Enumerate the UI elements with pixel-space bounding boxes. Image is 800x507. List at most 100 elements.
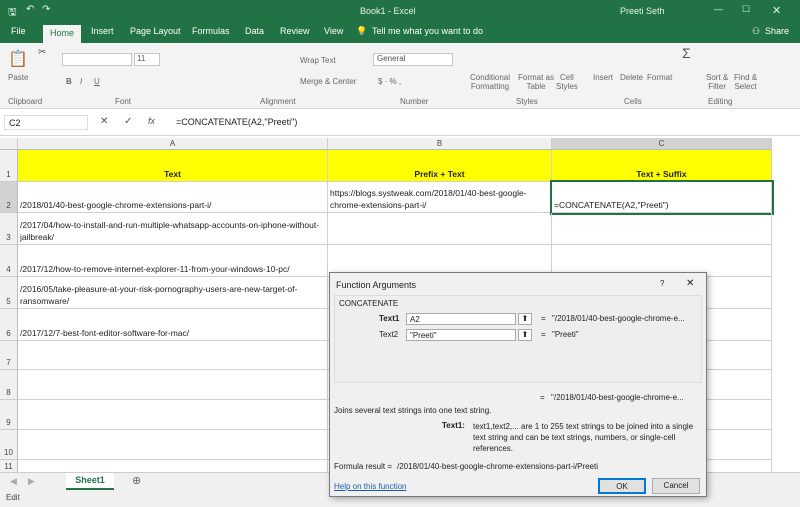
arguments-panel: CONCATENATE Text1 A2 ⬆ = "/2018/01/40-be… xyxy=(334,295,702,383)
row-header[interactable]: 6 xyxy=(0,309,18,341)
redo-icon[interactable]: ↷ xyxy=(42,4,50,15)
cut-icon[interactable]: ✂ xyxy=(38,47,46,58)
cell-a3[interactable]: /2017/04/how-to-install-and-run-multiple… xyxy=(18,213,328,245)
cell-a5[interactable]: /2016/05/take-pleasure-at-your-risk-porn… xyxy=(18,277,328,309)
insert-cells-button[interactable]: Insert xyxy=(593,73,613,82)
cell-styles-button[interactable]: Cell Styles xyxy=(556,73,578,91)
cell-a4[interactable]: /2017/12/how-to-remove-internet-explorer… xyxy=(18,245,328,277)
help-on-function-link[interactable]: Help on this function xyxy=(334,482,407,491)
column-header-b[interactable]: B xyxy=(328,138,552,150)
row-header[interactable]: 5 xyxy=(0,277,18,309)
cancel-button[interactable]: Cancel xyxy=(652,478,700,494)
group-font: Font xyxy=(115,97,132,106)
bold-button[interactable]: B xyxy=(66,77,72,86)
find-select-button[interactable]: Find & Select xyxy=(734,73,757,91)
tab-file[interactable]: File xyxy=(11,26,26,36)
formula-input[interactable]: =CONCATENATE(A2,"Preeti") xyxy=(176,117,297,127)
label: Conditional xyxy=(470,73,511,82)
tab-home[interactable]: Home xyxy=(43,25,82,43)
collapse-text2-icon[interactable]: ⬆ xyxy=(518,329,532,341)
cell-a8[interactable] xyxy=(18,370,328,400)
format-cells-button[interactable]: Format xyxy=(647,73,672,82)
paste-icon[interactable]: 📋 xyxy=(8,49,28,69)
number-format-select[interactable]: General xyxy=(373,53,453,66)
row-header[interactable]: 1 xyxy=(0,150,18,182)
new-sheet-icon[interactable]: ⊕ xyxy=(132,474,141,487)
sort-filter-button[interactable]: Sort & Filter xyxy=(706,73,728,91)
row-header[interactable]: 2 xyxy=(0,182,18,213)
row-header[interactable]: 3 xyxy=(0,213,18,245)
merge-center-button[interactable]: Merge & Center xyxy=(300,77,356,86)
label: Formatting xyxy=(470,82,510,91)
text1-input[interactable]: A2 xyxy=(406,313,516,325)
tell-me-search[interactable]: Tell me what you want to do xyxy=(372,26,483,36)
cancel-icon[interactable]: ✕ xyxy=(100,116,108,127)
conditional-formatting-button[interactable]: Conditional Formatting xyxy=(470,73,510,91)
collapse-text1-icon[interactable]: ⬆ xyxy=(518,313,532,325)
text2-input[interactable]: "Preeti" xyxy=(406,329,516,341)
enter-icon[interactable]: ✓ xyxy=(124,116,132,127)
tab-insert[interactable]: Insert xyxy=(91,26,114,36)
ok-button[interactable]: OK xyxy=(598,478,646,494)
cell-a7[interactable] xyxy=(18,341,328,370)
cell-c3[interactable] xyxy=(552,213,772,245)
tab-page-layout[interactable]: Page Layout xyxy=(130,26,181,36)
prev-sheet-icon[interactable]: ◀ xyxy=(10,476,17,487)
cell-a2[interactable]: /2018/01/40-best-google-chrome-extension… xyxy=(18,182,328,213)
cell-a1[interactable]: Text xyxy=(18,150,328,182)
cell-b2[interactable]: https://blogs.systweak.com/2018/01/40-be… xyxy=(328,182,552,213)
tab-data[interactable]: Data xyxy=(245,26,264,36)
cell-a10[interactable] xyxy=(18,430,328,460)
select-all[interactable] xyxy=(0,138,18,150)
label: Filter xyxy=(708,82,726,91)
italic-button[interactable]: I xyxy=(80,77,82,86)
text1-result: "/2018/01/40-best-google-chrome-e... xyxy=(552,314,685,323)
paste-button[interactable]: Paste xyxy=(8,73,28,82)
cell-c1[interactable]: Text + Suffix xyxy=(552,150,772,182)
close-icon[interactable]: ✕ xyxy=(772,4,781,17)
next-sheet-icon[interactable]: ▶ xyxy=(28,476,35,487)
cell-a6[interactable]: /2017/12/7-best-font-editor-software-for… xyxy=(18,309,328,341)
save-icon[interactable]: 🖫 xyxy=(8,5,17,22)
cell-a9[interactable] xyxy=(18,400,328,430)
undo-icon[interactable]: ↶ xyxy=(26,4,34,15)
minimize-icon[interactable]: — xyxy=(714,4,723,14)
row-header[interactable]: 4 xyxy=(0,245,18,277)
column-header-c[interactable]: C xyxy=(552,138,772,150)
font-size-select[interactable]: 11 xyxy=(134,53,160,66)
row-header[interactable]: 10 xyxy=(0,430,18,460)
column-header-a[interactable]: A xyxy=(18,138,328,150)
user-name[interactable]: Preeti Seth xyxy=(620,6,665,16)
help-button[interactable]: ? xyxy=(660,279,664,288)
share-button[interactable]: Share xyxy=(765,26,789,36)
insert-function-icon[interactable]: fx xyxy=(148,116,155,126)
font-name-select[interactable] xyxy=(62,53,132,66)
cell-b1[interactable]: Prefix + Text xyxy=(328,150,552,182)
name-box[interactable]: C2 xyxy=(4,115,88,130)
row-header[interactable]: 8 xyxy=(0,370,18,400)
underline-button[interactable]: U xyxy=(94,77,100,86)
autosum-icon[interactable]: Σ xyxy=(682,45,691,61)
tab-view[interactable]: View xyxy=(324,26,343,36)
delete-cells-button[interactable]: Delete xyxy=(620,73,643,82)
status-mode: Edit xyxy=(6,493,20,502)
format-as-table-button[interactable]: Format as Table xyxy=(518,73,554,91)
dialog-close-icon[interactable]: ✕ xyxy=(686,278,694,289)
title-bar: 🖫 ↶ ↷ Book1 - Excel Preeti Seth — ☐ ✕ xyxy=(0,0,800,22)
arg-label-text1: Text1 xyxy=(379,314,400,323)
row-header[interactable]: 7 xyxy=(0,341,18,370)
maximize-icon[interactable]: ☐ xyxy=(742,4,750,15)
sheet-tab-sheet1[interactable]: Sheet1 xyxy=(66,473,114,490)
function-arguments-dialog: Function Arguments ? ✕ CONCATENATE Text1… xyxy=(329,272,707,497)
tab-review[interactable]: Review xyxy=(280,26,310,36)
tab-formulas[interactable]: Formulas xyxy=(192,26,230,36)
arg-help-text: text1,text2,... are 1 to 255 text string… xyxy=(473,422,694,453)
cell-b3[interactable] xyxy=(328,213,552,245)
formula-bar: C2 ✕ ✓ fx =CONCATENATE(A2,"Preeti") xyxy=(0,110,800,136)
row-header[interactable]: 9 xyxy=(0,400,18,430)
formula-result-label: Formula result = xyxy=(334,462,393,471)
wrap-text-button[interactable]: Wrap Text xyxy=(300,56,336,65)
cell-c2[interactable]: =CONCATENATE(A2,"Preeti") xyxy=(550,180,774,215)
currency-button[interactable]: $ · % , xyxy=(378,77,401,86)
label: Format as xyxy=(518,73,555,82)
